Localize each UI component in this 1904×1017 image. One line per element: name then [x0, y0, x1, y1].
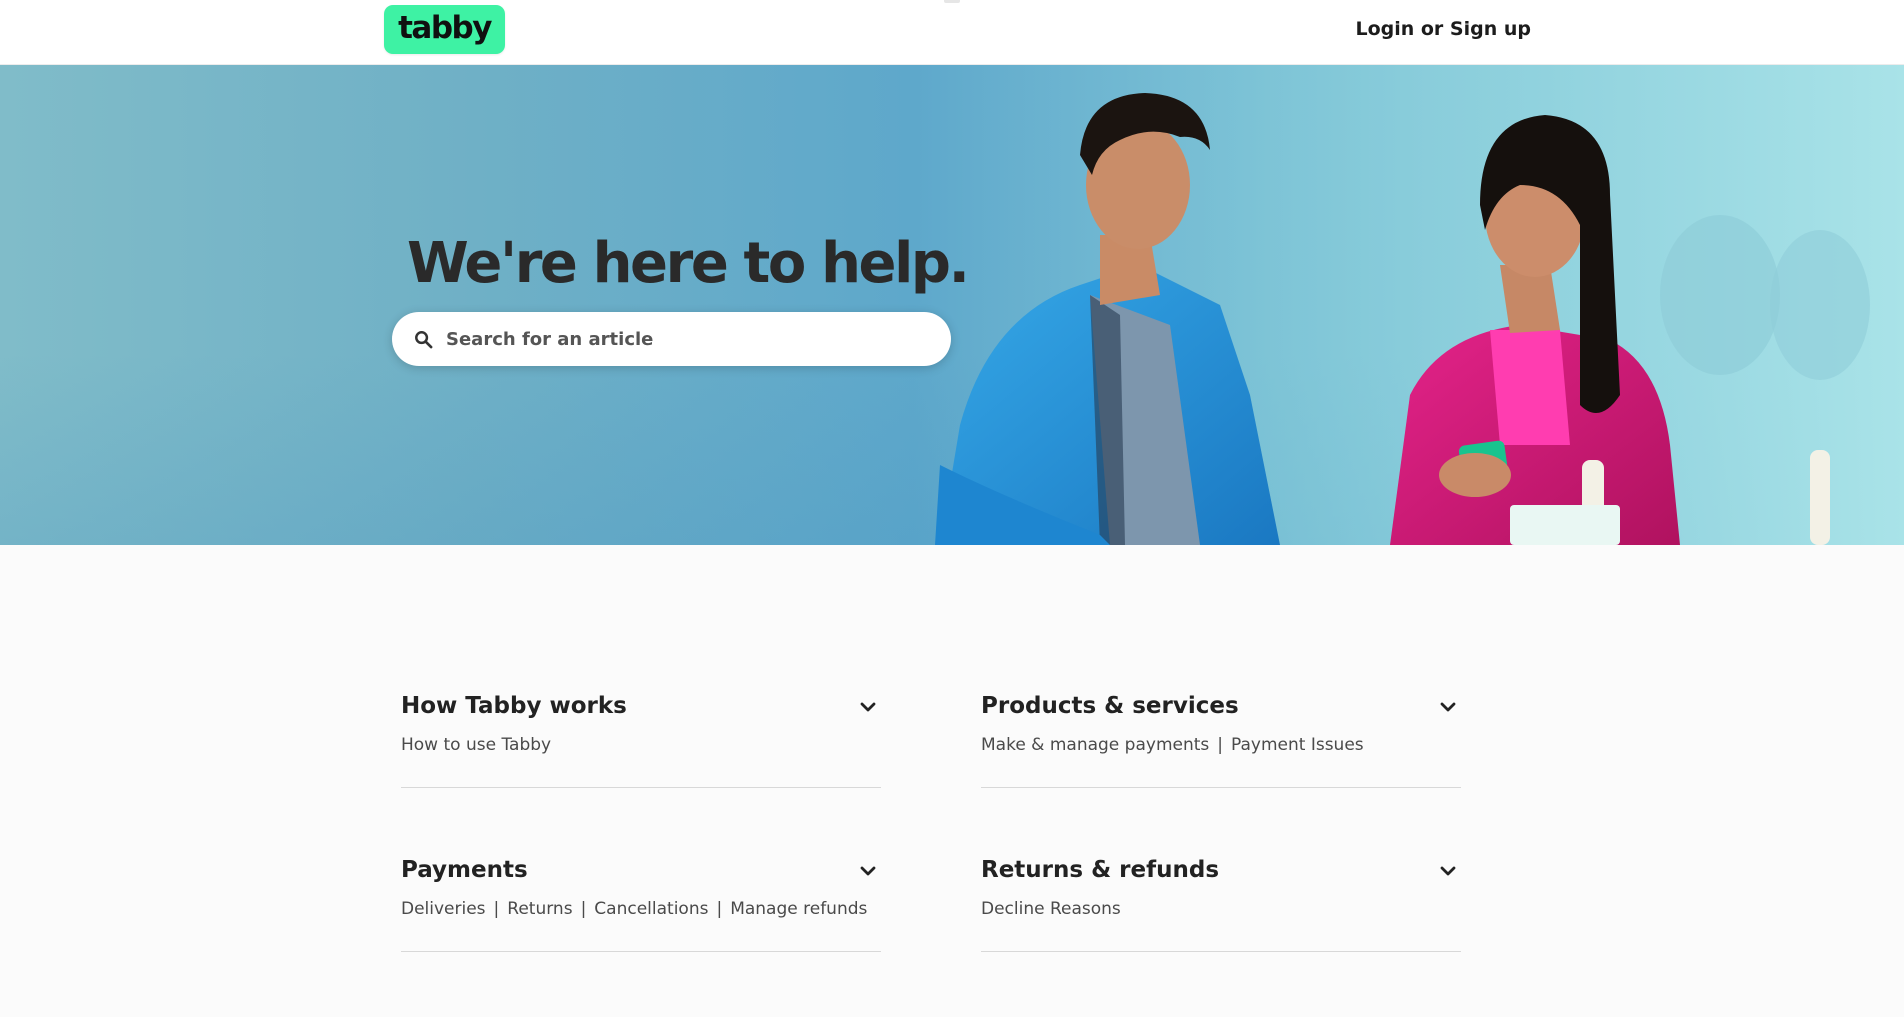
search-bar[interactable]	[392, 312, 951, 366]
link-separator: |	[580, 899, 587, 919]
search-input[interactable]	[446, 312, 926, 366]
category-links: Decline Reasons	[981, 899, 1121, 919]
link-separator: |	[1217, 735, 1223, 755]
top-handle	[944, 0, 960, 3]
link-separator: |	[493, 899, 500, 919]
search-icon	[415, 331, 433, 349]
category-title: Payments	[401, 857, 528, 883]
category-links: Deliveries | Returns | Cancellations | Manage …	[401, 899, 867, 919]
chevron-down-icon[interactable]	[1439, 862, 1457, 880]
category-links: How to use Tabby	[401, 735, 551, 755]
category-link[interactable]: Deliveries	[401, 899, 486, 919]
category-link[interactable]: Decline Reasons	[981, 899, 1121, 919]
category-link[interactable]: Payment Issues	[1231, 735, 1364, 755]
site-header: tabby Login or Sign up	[0, 0, 1904, 65]
category-products-services[interactable]: Products & services Make & manage paymen…	[981, 693, 1461, 788]
chevron-down-icon[interactable]	[859, 862, 877, 880]
category-how-tabby-works[interactable]: How Tabby works How to use Tabby	[401, 693, 881, 788]
chevron-down-icon[interactable]	[859, 698, 877, 716]
category-returns-refunds[interactable]: Returns & refunds Decline Reasons	[981, 857, 1461, 952]
hero-banner: We're here to help.	[0, 65, 1904, 545]
category-link[interactable]: Make & manage payments	[981, 735, 1209, 755]
logo-text: tabby	[398, 9, 492, 46]
category-link[interactable]: Cancellations	[594, 899, 708, 919]
login-signup-link[interactable]: Login or Sign up	[1355, 18, 1531, 40]
category-title: Products & services	[981, 693, 1239, 719]
category-payments[interactable]: Payments Deliveries | Returns | Cancellation…	[401, 857, 881, 952]
tabby-logo[interactable]: tabby	[384, 5, 505, 54]
category-link[interactable]: Returns	[507, 899, 572, 919]
chevron-down-icon[interactable]	[1439, 698, 1457, 716]
category-links: Make & manage payments | Payment Issues	[981, 735, 1364, 755]
hero-title: We're here to help.	[407, 231, 970, 296]
category-title: Returns & refunds	[981, 857, 1220, 883]
link-separator: |	[716, 899, 723, 919]
category-title: How Tabby works	[401, 693, 627, 719]
category-link[interactable]: How to use Tabby	[401, 735, 551, 755]
hero-photo	[920, 65, 1904, 545]
category-link[interactable]: Manage refunds	[730, 899, 867, 919]
